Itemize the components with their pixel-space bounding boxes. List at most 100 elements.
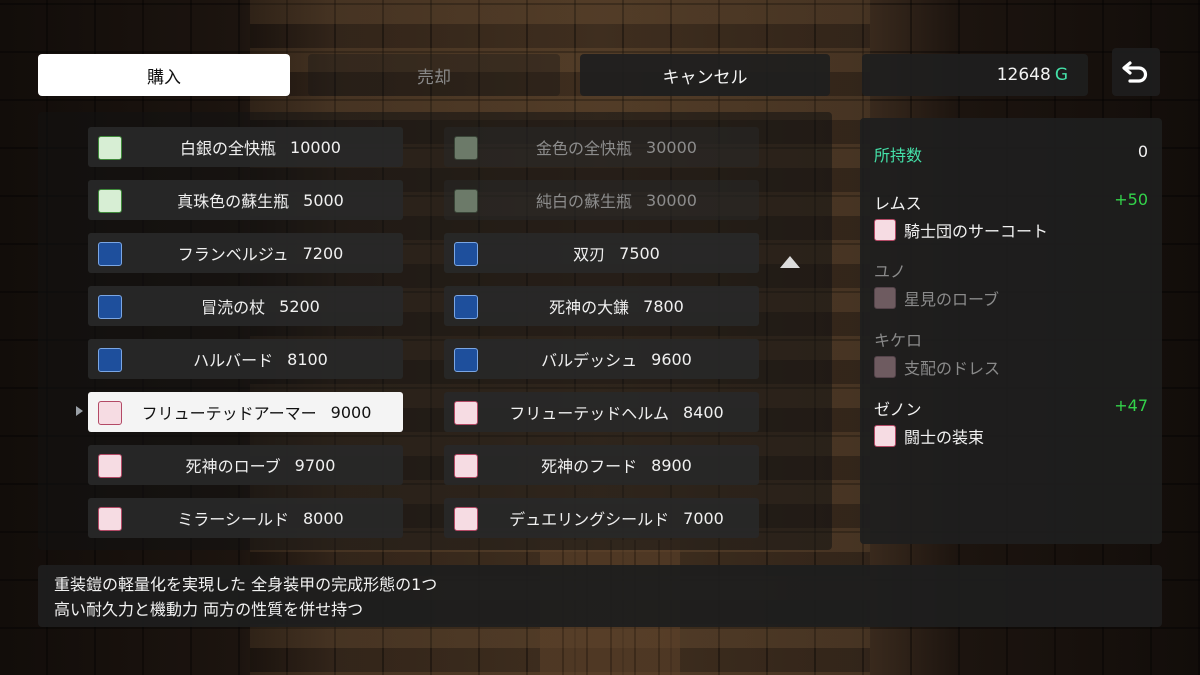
sword-icon — [98, 242, 122, 266]
owned-count-value: 0 — [1137, 142, 1148, 161]
item-name: デュエリングシールド — [509, 510, 670, 529]
item-name: フランベルジュ — [177, 245, 289, 264]
item-name: ミラーシールド — [177, 510, 289, 529]
shop-item[interactable]: バルデッシュ 9600 — [444, 339, 759, 379]
gold-display: 12648 G — [862, 54, 1088, 96]
back-button[interactable] — [1112, 48, 1160, 96]
item-name: 純白の蘇生瓶 — [536, 192, 633, 211]
item-name: 冒涜の杖 — [201, 298, 266, 317]
item-price: 8100 — [287, 349, 328, 369]
potion-icon — [454, 136, 478, 160]
shop-item[interactable]: 死神のフード 8900 — [444, 445, 759, 485]
item-price: 5200 — [279, 296, 320, 316]
item-name: フリューテッドヘルム — [509, 404, 669, 423]
shop-item-label: 死神の大鎌 7800 — [480, 286, 753, 326]
shop-item[interactable]: フリューテッドアーマー 9000 — [76, 392, 403, 432]
shop-item[interactable]: デュエリングシールド 7000 — [444, 498, 759, 538]
armor-icon — [874, 287, 896, 309]
equipment-name: 星見のローブ — [904, 290, 1000, 309]
tab-buy[interactable]: 購入 — [38, 54, 290, 96]
potion-icon — [98, 136, 122, 160]
shop-item[interactable]: 真珠色の蘇生瓶 5000 — [88, 180, 403, 220]
return-arrow-icon — [1122, 61, 1148, 83]
shop-item[interactable]: 死神の大鎌 7800 — [444, 286, 759, 326]
description-line-1: 重装鎧の軽量化を実現した 全身装甲の完成形態の1つ — [54, 575, 438, 594]
member-equipment: 星見のローブ — [874, 286, 999, 310]
equipment-name: 支配のドレス — [904, 359, 1001, 378]
item-name: 白銀の全快瓶 — [180, 139, 277, 158]
stat-delta: +50 — [1114, 190, 1148, 209]
item-grid: 白銀の全快瓶 10000 金色の全快瓶 30000 真珠色の蘇生瓶 5000 純白の蘇生瓶 3… — [76, 127, 759, 538]
potion-icon — [454, 189, 478, 213]
item-name: 死神のフード — [541, 457, 638, 476]
staff-icon — [98, 295, 122, 319]
potion-icon — [98, 189, 122, 213]
owned-count-label: 所持数 — [874, 146, 923, 165]
tab-sell[interactable]: 売却 — [308, 54, 560, 96]
description-line-2: 高い耐久力と機動力 両方の性質を併せ持つ — [54, 600, 364, 619]
item-price: 10000 — [290, 137, 341, 157]
equipment-name: 騎士団のサーコート — [904, 222, 1049, 241]
member-equipment: 闘士の装束 — [874, 424, 984, 448]
member-name: レムス — [874, 194, 922, 213]
shop-item-label: ミラーシールド 8000 — [124, 498, 397, 538]
shield-icon — [454, 507, 478, 531]
shop-item-label: 真珠色の蘇生瓶 5000 — [124, 180, 397, 220]
armor-icon — [874, 219, 896, 241]
item-name: フリューテッドアーマー — [141, 404, 317, 423]
shop-item-label: デュエリングシールド 7000 — [480, 498, 753, 538]
shop-item[interactable]: 双刃 7500 — [444, 233, 759, 273]
item-price: 30000 — [646, 190, 697, 210]
item-price: 5000 — [303, 190, 344, 210]
equipment-name: 闘士の装束 — [904, 428, 985, 447]
item-list-panel: 白銀の全快瓶 10000 金色の全快瓶 30000 真珠色の蘇生瓶 5000 純白の蘇生瓶 3… — [38, 112, 832, 550]
item-name: 死神のローブ — [185, 457, 281, 476]
shop-item[interactable]: 死神のローブ 9700 — [88, 445, 403, 485]
shop-item[interactable]: ハルバード 8100 — [88, 339, 403, 379]
shop-item-label: 死神のローブ 9700 — [124, 445, 397, 485]
selection-cursor-icon — [76, 406, 83, 416]
helmet-icon — [454, 401, 478, 425]
shop-item[interactable]: フリューテッドヘルム 8400 — [444, 392, 759, 432]
shop-item[interactable]: 金色の全快瓶 30000 — [444, 127, 759, 167]
shop-item-label: 純白の蘇生瓶 30000 — [480, 180, 753, 220]
scythe-icon — [454, 295, 478, 319]
armor-icon — [874, 425, 896, 447]
robe-icon — [98, 454, 122, 478]
shop-item[interactable]: 純白の蘇生瓶 30000 — [444, 180, 759, 220]
shop-item[interactable]: ミラーシールド 8000 — [88, 498, 403, 538]
shield-icon — [98, 507, 122, 531]
hood-icon — [454, 454, 478, 478]
gold-unit: G — [1054, 65, 1068, 85]
shop-item[interactable]: 冒涜の杖 5200 — [88, 286, 403, 326]
armor-icon — [874, 356, 896, 378]
item-price: 30000 — [646, 137, 697, 157]
shop-item-label: フランベルジュ 7200 — [124, 233, 397, 273]
member-equipment: 騎士団のサーコート — [874, 218, 1048, 242]
item-name: 真珠色の蘇生瓶 — [177, 192, 290, 211]
gold-amount: 12648 — [996, 65, 1051, 85]
axe-icon — [454, 348, 478, 372]
shop-item[interactable]: 白銀の全快瓶 10000 — [88, 127, 403, 167]
party-panel: 所持数 0 レムス +50 騎士団のサーコートユノ 星見のローブ キケロ 支配のドレスゼノ… — [860, 118, 1162, 544]
item-price: 8400 — [682, 402, 724, 422]
party-member: ユノ 星見のローブ — [874, 258, 1148, 318]
shop-item[interactable]: フランベルジュ 7200 — [88, 233, 403, 273]
item-description: 重装鎧の軽量化を実現した 全身装甲の完成形態の1つ 高い耐久力と機動力 両方の性… — [38, 565, 1162, 627]
shop-item-label: ハルバード 8100 — [124, 339, 397, 379]
shop-item-label: フリューテッドアーマー 9000 — [116, 392, 397, 432]
item-price: 9000 — [330, 402, 372, 422]
halberd-icon — [98, 348, 122, 372]
item-name: 双刃 — [573, 245, 606, 264]
shop-item-label: バルデッシュ 9600 — [480, 339, 753, 379]
cancel-button[interactable]: キャンセル — [580, 54, 830, 96]
scroll-up-arrow-icon[interactable] — [780, 256, 800, 268]
item-price: 9600 — [651, 349, 692, 369]
shop-item-label: フリューテッドヘルム 8400 — [480, 392, 753, 432]
party-member: キケロ 支配のドレス — [874, 327, 1148, 387]
shop-item-label: 白銀の全快瓶 10000 — [124, 127, 397, 167]
stat-delta: +47 — [1114, 396, 1148, 415]
member-name: ゼノン — [874, 400, 922, 419]
item-price: 7500 — [619, 243, 660, 263]
shop-item-label: 金色の全快瓶 30000 — [480, 127, 753, 167]
